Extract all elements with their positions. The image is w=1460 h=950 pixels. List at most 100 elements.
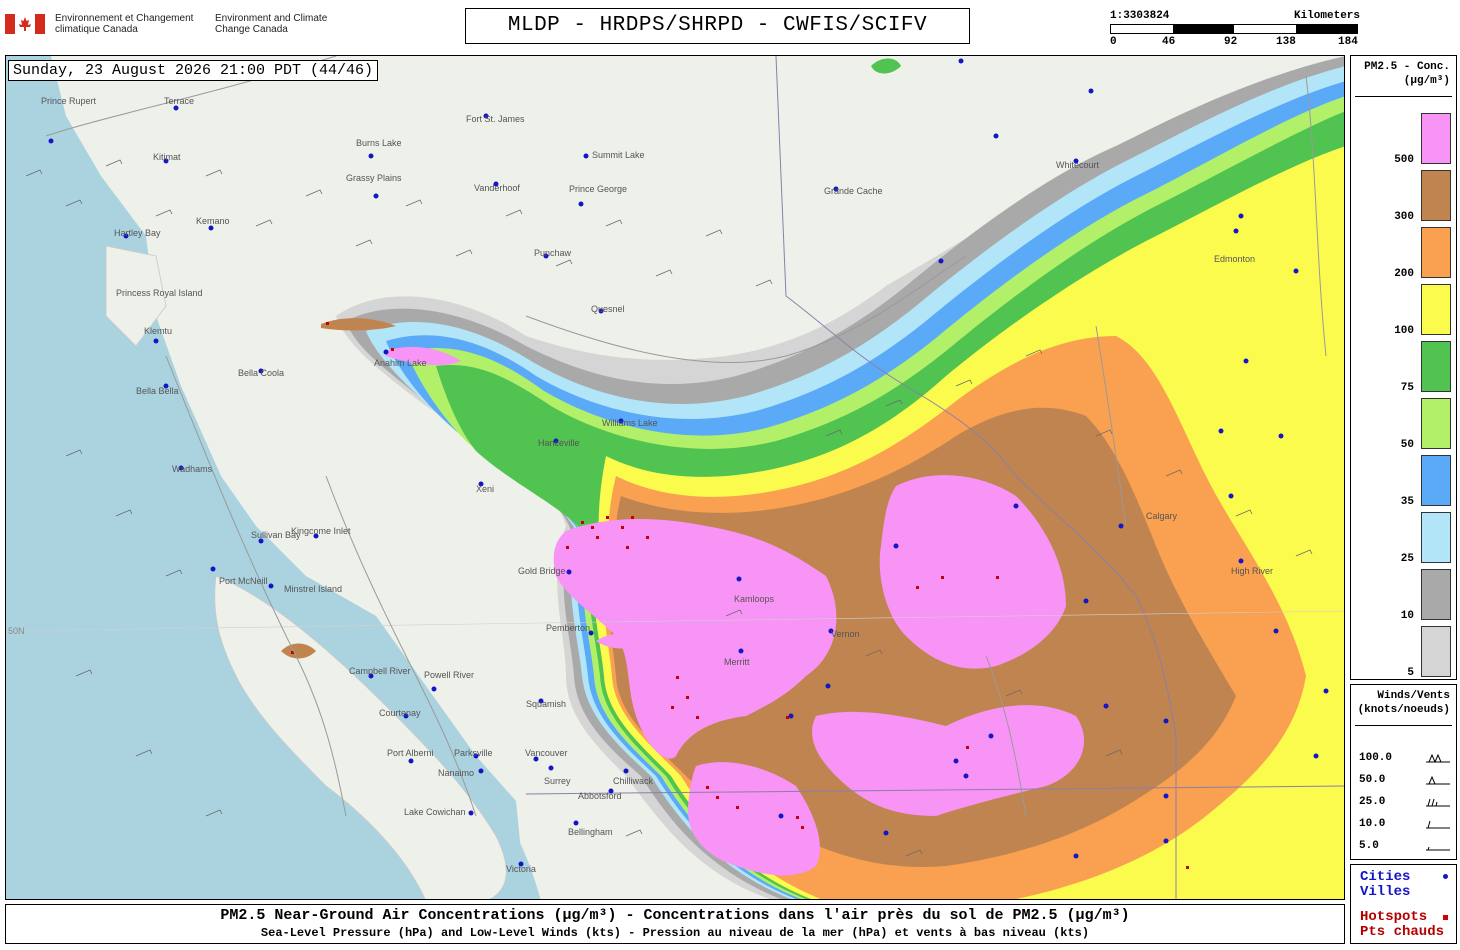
wind-barb-full-icon [1426, 820, 1450, 829]
city-label: Sullivan Bay [251, 530, 301, 540]
city-label: Whitecourt [1056, 160, 1100, 170]
city-label: Grande Cache [824, 186, 883, 196]
city-label: Minstrel Island [284, 584, 342, 594]
city-label: Gold Bridge [518, 566, 566, 576]
forecast-map[interactable]: Prince Rupert Terrace Kitimat Burns Lake… [5, 55, 1345, 900]
legend-swatch-500 [1421, 113, 1451, 164]
concentration-legend: PM2.5 - Conc. (μg/m³) 500 300 200 100 75… [1350, 55, 1457, 680]
city-label: Hartley Bay [114, 228, 161, 238]
legend-label-10: 10 [1400, 610, 1414, 622]
legend-label-25: 25 [1400, 553, 1414, 565]
legend-label-100: 100 [1394, 325, 1414, 337]
city-label: Port Alberni [387, 748, 434, 758]
city-label: Merritt [724, 657, 750, 667]
city-label: Vanderhoof [474, 183, 520, 193]
wind-value: 100.0 [1359, 752, 1393, 764]
legend-label-300: 300 [1394, 211, 1414, 223]
scale-tick: 0 [1110, 36, 1117, 48]
city-label: Kitimat [153, 152, 181, 162]
city-label: Kamloops [734, 594, 775, 604]
cities-label-en: Cities [1360, 869, 1411, 885]
city-label: Bella Coola [238, 368, 284, 378]
wind-legend: Winds/Vents (knots/noeuds) 100.0 50.0 25… [1350, 684, 1457, 860]
scale-ratio: 1:3303824 [1110, 10, 1170, 22]
wind-row-50: 50.0 [1359, 774, 1451, 790]
city-label: High River [1231, 566, 1273, 576]
plume-nw-valleyview [871, 58, 901, 74]
city-label: Summit Lake [592, 150, 645, 160]
legend-swatch-35 [1421, 455, 1451, 506]
scale-tick: 184 [1338, 36, 1358, 48]
city-label: Vancouver [525, 748, 567, 758]
wind-row-25: 25.0 [1359, 796, 1451, 812]
city-label: Lake Cowichan [404, 807, 466, 817]
department-name-fr: Environnement et Changement climatique C… [55, 13, 194, 35]
legend-label-50: 50 [1400, 439, 1414, 451]
city-label: Pemberton [546, 623, 590, 633]
scale-tick: 138 [1276, 36, 1296, 48]
scale-tick: 46 [1162, 36, 1176, 48]
legend-swatch-75 [1421, 341, 1451, 392]
legend-swatch-300 [1421, 170, 1451, 221]
scale-bar: 1:3303824 Kilometers 0 46 92 138 184 [1110, 10, 1360, 50]
latitude-label: 50N [8, 626, 25, 636]
city-label: Port McNeill [219, 576, 268, 586]
city-label: Courtenay [379, 708, 421, 718]
map-canvas: Prince Rupert Terrace Kitimat Burns Lake… [6, 56, 1344, 899]
city-label: Klemtu [144, 326, 172, 336]
wind-barb-half-icon [1426, 846, 1450, 851]
scale-tick: 92 [1224, 36, 1238, 48]
legend-units: (μg/m³) [1403, 75, 1450, 87]
city-label: Fort St. James [466, 114, 525, 124]
wind-value: 10.0 [1359, 818, 1386, 830]
scale-units: Kilometers [1293, 10, 1360, 22]
city-label: Wadhams [172, 464, 213, 474]
city-label: Quesnel [591, 304, 625, 314]
scale-bar-graphic [1110, 24, 1358, 34]
city-label: Burns Lake [356, 138, 402, 148]
legend-title: PM2.5 - Conc. [1364, 61, 1450, 73]
wind-value: 50.0 [1359, 774, 1386, 786]
legend-label-5: 5 [1407, 667, 1414, 679]
wind-barb-two-half-icon [1426, 798, 1450, 807]
city-label: Xeni [476, 484, 494, 494]
legend-swatch-5 [1421, 626, 1451, 677]
legend-label-200: 200 [1394, 268, 1414, 280]
legend-swatch-200 [1421, 227, 1451, 278]
city-label: Prince George [569, 184, 627, 194]
city-label: Punchaw [534, 248, 572, 258]
hotspots-label-fr: Pts chauds [1360, 924, 1445, 940]
wind-value: 5.0 [1359, 840, 1379, 852]
city-label: Squamish [526, 699, 566, 709]
city-label: Surrey [544, 776, 571, 786]
city-label: Powell River [424, 670, 474, 680]
wind-legend-title: Winds/Vents [1377, 690, 1450, 702]
map-caption: PM2.5 Near-Ground Air Concentrations (μg… [5, 904, 1345, 944]
legend-label-75: 75 [1400, 382, 1414, 394]
legend-swatch-25 [1421, 512, 1451, 563]
caption-line-1: PM2.5 Near-Ground Air Concentrations (μg… [220, 907, 1130, 924]
city-label: Abbotsford [578, 791, 622, 801]
wind-barb-pennants-icon [1426, 753, 1450, 763]
city-label: Parksville [454, 748, 493, 758]
city-label: Anahim Lake [374, 358, 427, 368]
wind-barb-pennant-icon [1426, 775, 1450, 785]
city-label: Hanceville [538, 438, 580, 448]
cities-label-fr: Villes [1360, 884, 1411, 900]
city-label: Edmonton [1214, 254, 1255, 264]
city-label: Chilliwack [613, 776, 654, 786]
city-label: Nanaimo [438, 768, 474, 778]
city-dot-icon [1443, 874, 1448, 879]
department-name-en: Environment and Climate Change Canada [215, 13, 328, 35]
legend-swatch-10 [1421, 569, 1451, 620]
legend-swatch-50 [1421, 398, 1451, 449]
city-label: Kemano [196, 216, 230, 226]
city-label: Campbell River [349, 666, 411, 676]
wind-legend-units: (knots/noeuds) [1357, 704, 1450, 716]
city-label: Bellingham [568, 827, 613, 837]
city-label: Bella Bella [136, 386, 179, 396]
wind-row-10: 10.0 [1359, 818, 1451, 834]
city-label: Princess Royal Island [116, 288, 203, 298]
legend-label-35: 35 [1400, 496, 1414, 508]
points-legend: Cities Villes Hotspots Pts chauds [1350, 864, 1457, 944]
